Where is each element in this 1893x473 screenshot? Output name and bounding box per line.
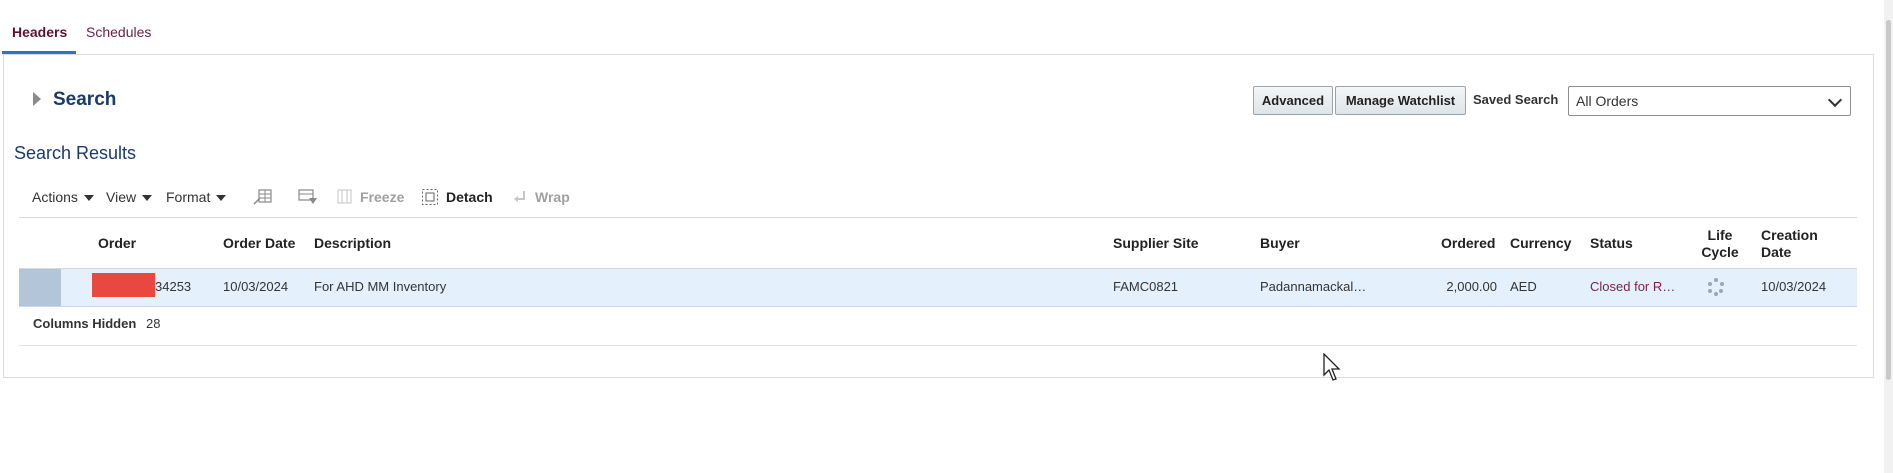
cell-status: Closed for R… — [1590, 279, 1676, 294]
dropdown-arrow-icon — [83, 195, 94, 202]
freeze-button: Freeze — [360, 189, 405, 205]
cell-creation-date: 10/03/2024 — [1761, 279, 1827, 294]
chevron-down-icon — [1827, 92, 1843, 108]
query-by-example-icon[interactable] — [298, 188, 318, 206]
cell-supplier-site: FAMC0821 — [1113, 279, 1179, 294]
column-header-description[interactable]: Description — [314, 235, 391, 252]
column-header-status[interactable]: Status — [1590, 235, 1633, 252]
search-results-title: Search Results — [14, 143, 137, 163]
wrap-button: Wrap — [535, 189, 570, 205]
column-header-buyer[interactable]: Buyer — [1260, 235, 1300, 252]
column-header-order[interactable]: Order — [98, 235, 136, 252]
cell-order-date: 10/03/2024 — [223, 279, 289, 294]
search-section-title[interactable]: Search — [53, 89, 116, 111]
row-selector[interactable] — [19, 269, 61, 306]
cell-ordered: 2,000.00 — [1446, 279, 1497, 294]
freeze-icon — [337, 189, 352, 204]
tab-headers[interactable]: Headers — [12, 24, 67, 40]
export-to-excel-icon[interactable] — [253, 188, 273, 206]
column-header-supplier-site[interactable]: Supplier Site — [1113, 235, 1199, 252]
view-menu[interactable]: View — [106, 189, 153, 205]
table-top-border — [19, 217, 1857, 218]
mouse-pointer-icon — [1323, 353, 1341, 381]
manage-watchlist-button[interactable]: Manage Watchlist — [1335, 86, 1466, 115]
scrollbar-thumb[interactable] — [1886, 20, 1891, 380]
wrap-icon — [514, 191, 525, 202]
columns-hidden-label: Columns Hidden — [33, 316, 137, 331]
cell-currency: AED — [1510, 279, 1537, 294]
saved-search-label: Saved Search — [1473, 92, 1559, 107]
actions-menu[interactable]: Actions — [32, 189, 94, 205]
view-menu-label: View — [106, 189, 137, 205]
column-header-creation-date[interactable]: Creation Date — [1761, 227, 1818, 261]
column-header-ordered[interactable]: Ordered — [1441, 235, 1495, 252]
format-menu-label: Format — [166, 189, 211, 205]
tab-bar: Headers Schedules — [0, 0, 1893, 56]
column-header-life-cycle-line-2: Cycle — [1701, 244, 1739, 260]
cell-description: For AHD MM Inventory — [314, 279, 447, 294]
dropdown-arrow-icon — [142, 195, 153, 202]
expand-triangle-icon[interactable] — [33, 92, 41, 106]
saved-search-value: All Orders — [1576, 93, 1639, 109]
detach-button[interactable]: Detach — [446, 189, 493, 205]
life-cycle-icon[interactable] — [1706, 277, 1726, 297]
advanced-button[interactable]: Advanced — [1253, 86, 1333, 115]
format-menu[interactable]: Format — [166, 189, 227, 205]
tab-schedules[interactable]: Schedules — [86, 24, 151, 40]
cell-buyer: Padannamackal… — [1260, 279, 1367, 294]
column-header-currency[interactable]: Currency — [1510, 235, 1571, 252]
columns-hidden-count: 28 — [146, 316, 161, 331]
cell-order[interactable]: 34253 — [155, 279, 191, 294]
dropdown-arrow-icon — [216, 195, 227, 202]
column-header-creation-date-line-2: Date — [1761, 244, 1792, 260]
column-header-order-date[interactable]: Order Date — [223, 235, 295, 252]
detach-icon[interactable] — [421, 188, 439, 206]
saved-search-select[interactable]: All Orders — [1568, 86, 1851, 116]
table-row[interactable] — [19, 269, 1857, 307]
redacted-order-prefix — [92, 273, 155, 297]
table-footer-border — [19, 345, 1857, 346]
column-header-life-cycle-line-1: Life — [1707, 227, 1733, 243]
column-header-life-cycle[interactable]: Life Cycle — [1698, 227, 1742, 261]
actions-menu-label: Actions — [32, 189, 78, 205]
column-header-creation-date-line-1: Creation — [1761, 227, 1818, 243]
